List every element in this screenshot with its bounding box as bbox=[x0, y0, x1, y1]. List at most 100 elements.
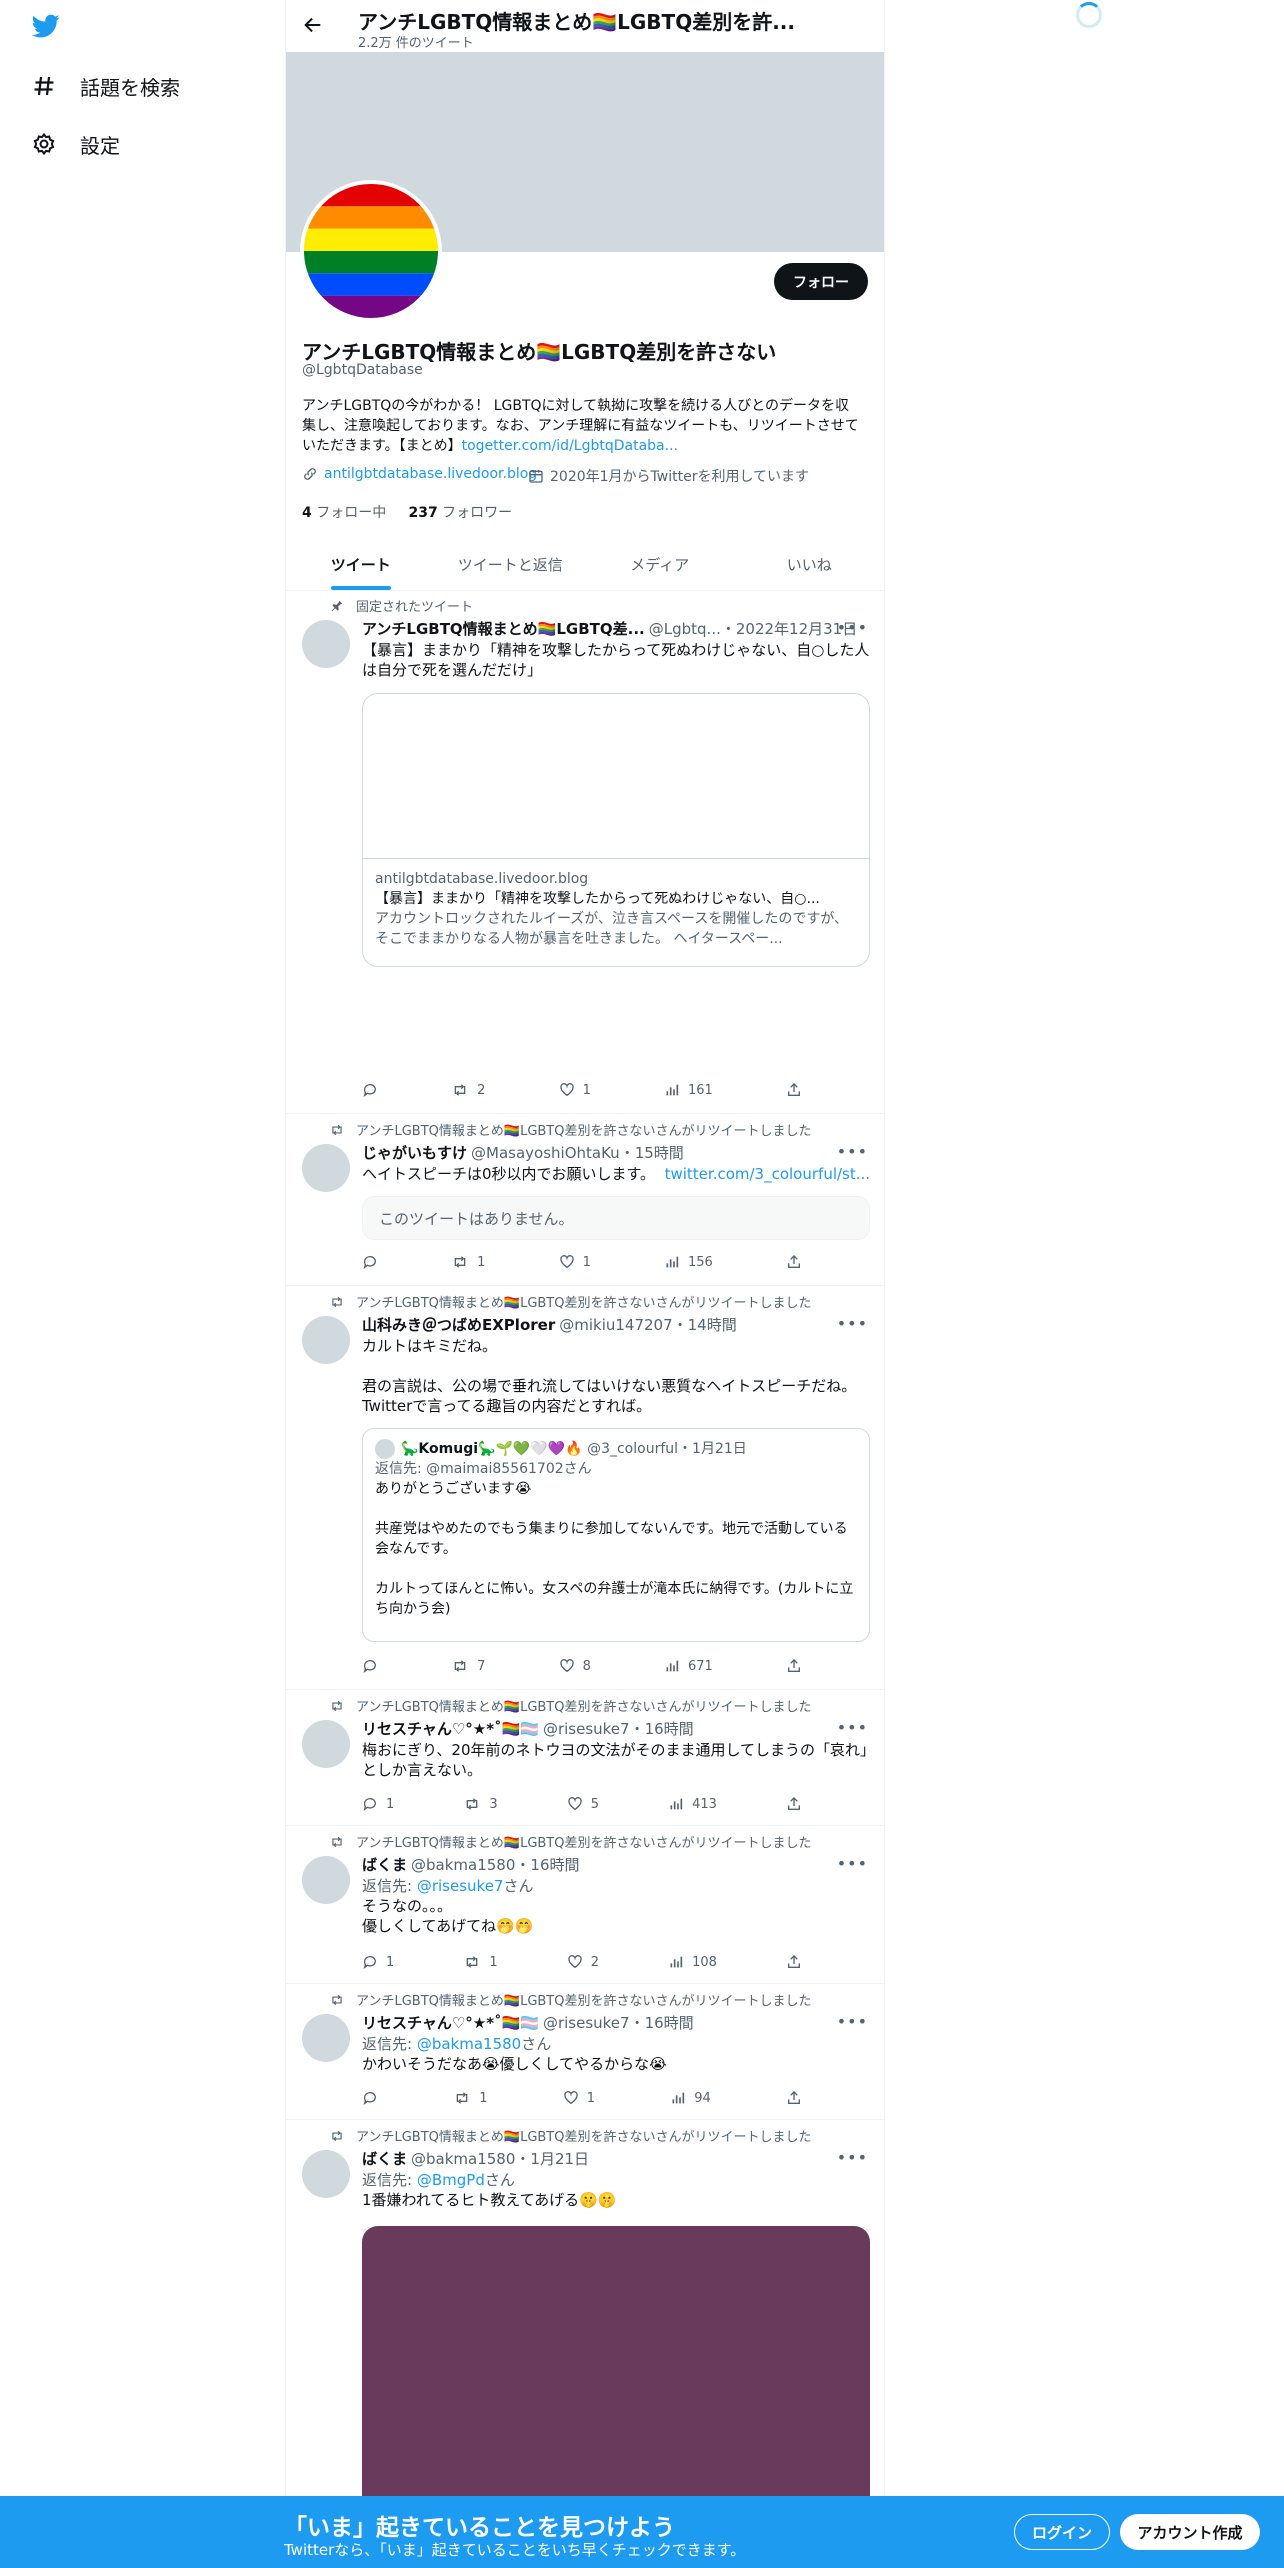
share-button[interactable] bbox=[786, 1952, 802, 1972]
reply-button[interactable]: 1 bbox=[362, 1794, 394, 1814]
follow-button[interactable]: フォロー bbox=[774, 263, 868, 300]
reply-button[interactable] bbox=[362, 1080, 378, 1100]
tweet-link[interactable]: twitter.com/3_colourful/st... bbox=[665, 1165, 870, 1183]
avatar[interactable] bbox=[302, 620, 350, 668]
website-link[interactable]: antilgbtdatabase.livedoor.blog bbox=[324, 466, 537, 482]
reply-button[interactable]: 1 bbox=[362, 1952, 394, 1972]
like-button[interactable]: 1 bbox=[563, 2088, 595, 2108]
retweet-button[interactable]: 1 bbox=[453, 2088, 488, 2108]
back-arrow-icon[interactable] bbox=[302, 14, 324, 36]
avatar[interactable] bbox=[302, 2014, 350, 2062]
avatar[interactable] bbox=[302, 1720, 350, 1768]
tab-tweets[interactable]: ツイート bbox=[286, 538, 436, 590]
retweet-icon bbox=[467, 1956, 478, 1968]
tweet-item[interactable]: アンチLGBTQ情報まとめ🏳️‍🌈LGBTQ差別を許さないさんがリツイートしまし… bbox=[286, 1114, 884, 1286]
joined-date: 2020年1月からTwitterを利用しています bbox=[550, 469, 810, 485]
bio-link[interactable]: togetter.com/id/LgbtqDataba... bbox=[462, 438, 678, 454]
login-button[interactable]: ログイン bbox=[1014, 2514, 1110, 2550]
share-button[interactable] bbox=[786, 1252, 802, 1272]
calendar-icon bbox=[529, 470, 543, 483]
quoted-tweet[interactable]: 🦕Komugi🦕🌱💚🤍💜🔥 @3_colourful ・1月21日 返信先: @… bbox=[362, 1428, 870, 1642]
more-options-icon[interactable]: ••• bbox=[837, 618, 868, 637]
author-handle: @risesuke7 bbox=[542, 2013, 630, 2032]
avatar[interactable] bbox=[302, 1856, 350, 1904]
share-button[interactable] bbox=[786, 1080, 802, 1100]
heart-icon bbox=[559, 1659, 574, 1673]
tweet-text: 梅おにぎり、20年前のネトウヨの文法がそのまま通用してしまうの「哀れ」としか言え… bbox=[362, 1741, 868, 1779]
views-button[interactable]: 671 bbox=[664, 1656, 713, 1676]
tweet-item[interactable]: アンチLGBTQ情報まとめ🏳️‍🌈LGBTQ差別を許さないさんがリツイートしまし… bbox=[286, 1690, 884, 1826]
share-button[interactable] bbox=[786, 1794, 802, 1814]
profile-header-bar: アンチLGBTQ情報まとめ🏳️‍🌈LGBTQ差別を許... 2.2万 件のツイー… bbox=[286, 0, 884, 52]
retweet-button[interactable]: 1 bbox=[463, 1952, 498, 1972]
profile-avatar[interactable] bbox=[300, 180, 442, 322]
tweet-actions: 1 3 5 413 bbox=[362, 1794, 802, 1814]
tweet-item[interactable]: 固定されたツイート アンチLGBTQ情報まとめ🏳️‍🌈LGBTQ差... @Lg… bbox=[286, 592, 884, 1114]
nav-settings-label: 設定 bbox=[80, 133, 120, 158]
tweet-time: ・15時間 bbox=[619, 1144, 684, 1162]
tweet-text: 【暴言】ままかり「精神を攻撃したからって死ぬわけじゃない、自○した人は自分で死を… bbox=[362, 641, 870, 679]
retweet-button[interactable]: 1 bbox=[451, 1252, 485, 1272]
retweet-button[interactable]: 2 bbox=[451, 1080, 485, 1100]
views-icon bbox=[670, 1798, 683, 1810]
like-button[interactable]: 8 bbox=[559, 1656, 591, 1676]
reply-button[interactable] bbox=[362, 2088, 378, 2108]
reply-to: 返信先: @bakma1580さん bbox=[362, 2035, 552, 2053]
left-navigation: 話題を検索 設定 bbox=[0, 0, 284, 2568]
tab-media[interactable]: メディア bbox=[585, 538, 735, 590]
gear-icon bbox=[30, 130, 58, 158]
views-button[interactable]: 108 bbox=[668, 1952, 717, 1972]
retweet-context: アンチLGBTQ情報まとめ🏳️‍🌈LGBTQ差別を許さないさんがリツイートしまし… bbox=[330, 1292, 811, 1311]
followers-link[interactable]: 237 フォロワー bbox=[408, 505, 512, 521]
reply-icon bbox=[363, 1660, 376, 1673]
share-icon bbox=[787, 1797, 800, 1810]
more-options-icon[interactable]: ••• bbox=[837, 1142, 868, 1161]
nav-settings[interactable]: 設定 bbox=[30, 124, 120, 164]
like-button[interactable]: 1 bbox=[559, 1080, 591, 1100]
more-options-icon[interactable]: ••• bbox=[837, 1854, 868, 1873]
views-button[interactable]: 413 bbox=[668, 1794, 717, 1814]
reply-icon bbox=[363, 1084, 376, 1097]
pinned-context: 固定されたツイート bbox=[330, 596, 473, 615]
views-button[interactable]: 156 bbox=[664, 1252, 713, 1272]
like-button[interactable]: 1 bbox=[559, 1252, 591, 1272]
avatar[interactable] bbox=[302, 1144, 350, 1192]
quote-reply-to: 返信先: @maimai85561702さん bbox=[375, 1461, 592, 1477]
avatar[interactable] bbox=[302, 1316, 350, 1364]
following-link[interactable]: 4 フォロー中 bbox=[302, 505, 386, 521]
tweet-actions: 1 1 156 bbox=[362, 1252, 802, 1272]
card-domain: antilgbtdatabase.livedoor.blog bbox=[375, 871, 589, 887]
retweet-button[interactable]: 7 bbox=[451, 1656, 485, 1676]
avatar[interactable] bbox=[302, 2150, 350, 2198]
reply-button[interactable] bbox=[362, 1656, 378, 1676]
tweet-item[interactable]: アンチLGBTQ情報まとめ🏳️‍🌈LGBTQ差別を許さないさんがリツイートしまし… bbox=[286, 1826, 884, 1984]
tab-tweets-and-replies[interactable]: ツイートと返信 bbox=[436, 538, 586, 590]
more-options-icon[interactable]: ••• bbox=[837, 2012, 868, 2031]
loading-spinner-icon bbox=[1076, 2, 1102, 28]
share-button[interactable] bbox=[786, 2088, 802, 2108]
tweet-actions: 2 1 161 bbox=[362, 1080, 802, 1100]
tweet-item[interactable]: アンチLGBTQ情報まとめ🏳️‍🌈LGBTQ差別を許さないさんがリツイートしまし… bbox=[286, 1286, 884, 1690]
signup-button[interactable]: アカウント作成 bbox=[1120, 2514, 1260, 2550]
more-options-icon[interactable]: ••• bbox=[837, 2148, 868, 2167]
reply-button[interactable] bbox=[362, 1252, 378, 1272]
more-options-icon[interactable]: ••• bbox=[837, 1718, 868, 1737]
retweet-button[interactable]: 3 bbox=[463, 1794, 498, 1814]
views-icon bbox=[670, 1956, 683, 1968]
retweet-icon bbox=[456, 2092, 468, 2104]
nav-explore[interactable]: 話題を検索 bbox=[30, 66, 180, 106]
tweet-item[interactable]: アンチLGBTQ情報まとめ🏳️‍🌈LGBTQ差別を許さないさんがリツイートしまし… bbox=[286, 1984, 884, 2120]
link-card[interactable]: antilgbtdatabase.livedoor.blog 【暴言】ままかり「… bbox=[362, 693, 870, 967]
twitter-logo-icon[interactable] bbox=[30, 12, 66, 44]
more-options-icon[interactable]: ••• bbox=[837, 1314, 868, 1333]
tweet-header: 山科みき＠つばめEXPlorer @mikiu147207 ・14時間 bbox=[362, 1314, 737, 1335]
views-button[interactable]: 161 bbox=[664, 1080, 713, 1100]
views-button[interactable]: 94 bbox=[670, 2088, 711, 2108]
tweet-time: ・16時間 bbox=[629, 2014, 694, 2032]
retweet-icon bbox=[467, 1798, 478, 1810]
follow-counts: 4 フォロー中 237 フォロワー bbox=[302, 502, 512, 522]
share-button[interactable] bbox=[786, 1656, 802, 1676]
like-button[interactable]: 5 bbox=[567, 1794, 599, 1814]
like-button[interactable]: 2 bbox=[567, 1952, 599, 1972]
tab-likes[interactable]: いいね bbox=[735, 538, 885, 590]
